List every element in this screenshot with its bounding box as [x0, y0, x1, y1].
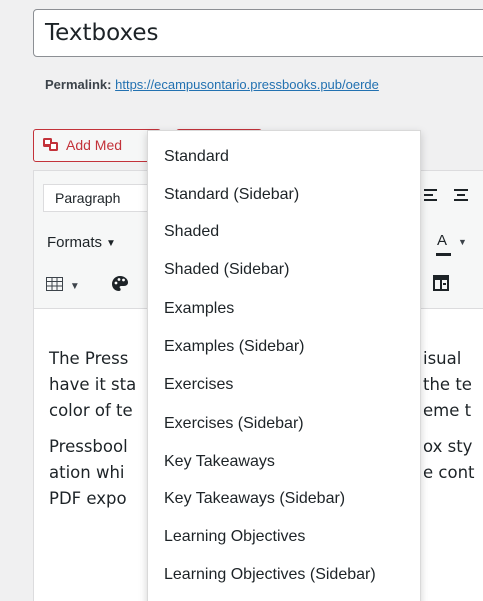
menu-item-standard[interactable]: Standard: [164, 148, 229, 166]
menu-item-examples[interactable]: Examples: [164, 300, 234, 318]
table-button[interactable]: ▼: [46, 277, 80, 294]
menu-item-examples-sidebar[interactable]: Examples (Sidebar): [164, 338, 305, 356]
palette-icon: [111, 276, 129, 297]
align-center-button[interactable]: [454, 188, 468, 207]
text-line: isual: [423, 349, 462, 368]
media-icon: [42, 137, 60, 156]
menu-item-shaded[interactable]: Shaded: [164, 223, 219, 241]
chevron-down-icon: ▼: [106, 238, 116, 249]
table-icon: [46, 277, 67, 294]
menu-item-learning-objectives-sidebar[interactable]: Learning Objectives (Sidebar): [164, 566, 376, 584]
permalink-link[interactable]: https://ecampusontario.pressbooks.pub/oe…: [115, 77, 379, 92]
palette-button[interactable]: [111, 275, 129, 298]
menu-item-shaded-sidebar[interactable]: Shaded (Sidebar): [164, 261, 289, 279]
font-color-button[interactable]: A: [436, 232, 451, 256]
menu-item-key-takeaways-sidebar[interactable]: Key Takeaways (Sidebar): [164, 490, 345, 508]
formats-dropdown[interactable]: Formats ▼: [47, 234, 116, 251]
permalink-row: Permalink: https://ecampusontario.pressb…: [45, 77, 379, 92]
text-line: e cont: [423, 463, 475, 482]
chevron-down-icon: ▼: [69, 281, 80, 292]
align-center-icon: [454, 189, 468, 206]
book-icon: [433, 275, 449, 295]
book-button[interactable]: [433, 275, 449, 296]
menu-item-learning-objectives[interactable]: Learning Objectives: [164, 528, 305, 546]
content-right-fragments: isual the te eme t ox sty e cont: [423, 346, 475, 486]
formats-label: Formats: [47, 234, 103, 251]
menu-item-standard-sidebar[interactable]: Standard (Sidebar): [164, 186, 299, 204]
menu-item-exercises-sidebar[interactable]: Exercises (Sidebar): [164, 415, 304, 433]
chevron-down-icon[interactable]: ▼: [458, 237, 467, 247]
textbox-style-menu: Standard Standard (Sidebar) Shaded Shade…: [147, 130, 421, 601]
add-media-button[interactable]: Add Med: [33, 129, 161, 162]
permalink-label: Permalink:: [45, 77, 112, 92]
title-input[interactable]: Textboxes: [33, 9, 483, 57]
text-line: the te: [423, 375, 472, 394]
paragraph-select[interactable]: Paragraph: [43, 184, 163, 212]
add-media-label: Add Med: [66, 137, 123, 153]
text-line: eme t: [423, 401, 472, 420]
font-color-icon: A: [437, 232, 448, 249]
align-left-button[interactable]: [424, 188, 438, 207]
menu-item-exercises[interactable]: Exercises: [164, 376, 233, 394]
text-line: ox sty: [423, 437, 473, 456]
font-color-swatch: [436, 253, 451, 256]
menu-item-key-takeaways[interactable]: Key Takeaways: [164, 453, 275, 471]
align-left-icon: [424, 189, 438, 206]
